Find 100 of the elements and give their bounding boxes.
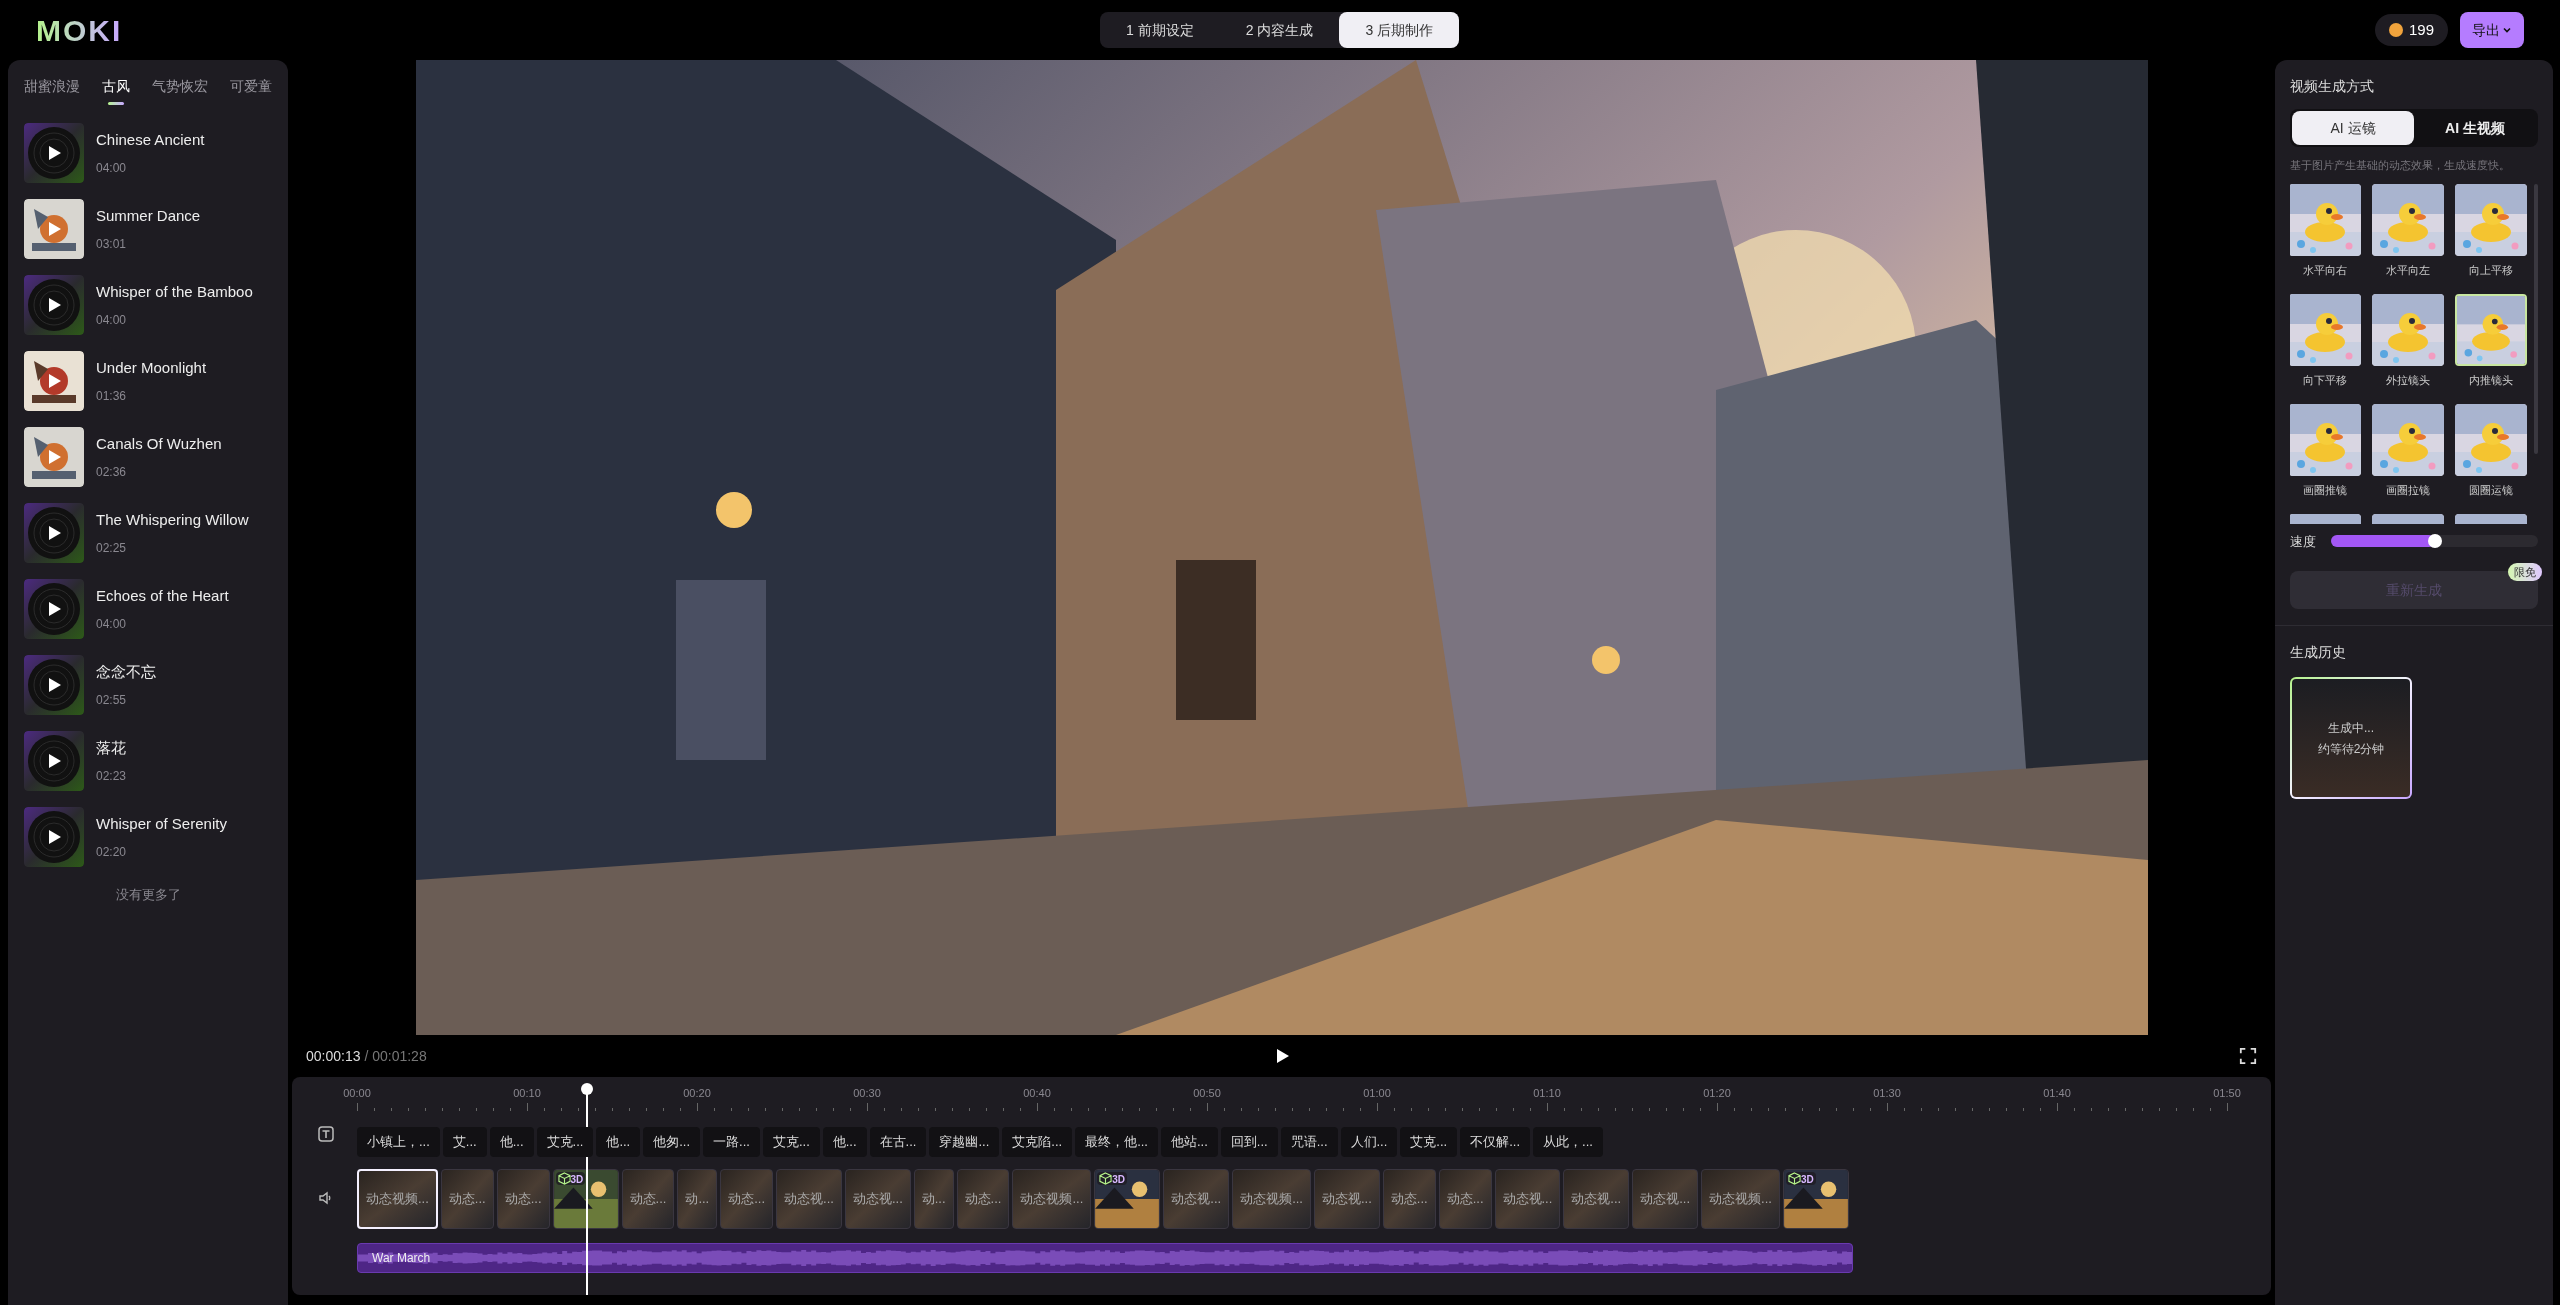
vinyl-record-icon [24, 275, 84, 335]
subtitle-clip[interactable]: 人们... [1340, 1127, 1398, 1157]
cube-icon [1099, 1172, 1113, 1185]
song-item[interactable]: Whisper of the Bamboo 04:00 [24, 267, 272, 343]
speed-slider[interactable] [2331, 535, 2538, 548]
subtitle-clip[interactable]: 他... [489, 1127, 534, 1157]
subtitle-clip[interactable]: 不仅解... [1460, 1127, 1531, 1157]
mode-tab[interactable]: AI 运镜 [2292, 111, 2414, 145]
video-clip[interactable]: 动态... [1438, 1169, 1492, 1229]
effect-option[interactable]: 水平向左 [2373, 183, 2443, 286]
video-clip[interactable]: 动态... [621, 1169, 675, 1229]
video-clip[interactable]: 动态视... [1494, 1169, 1561, 1229]
song-item[interactable]: The Whispering Willow 02:25 [24, 495, 272, 571]
song-item[interactable]: 念念不忘 02:55 [24, 647, 272, 723]
effect-option[interactable]: 外拉镜头 [2373, 293, 2443, 396]
subtitle-clip[interactable]: 他... [822, 1127, 867, 1157]
song-item[interactable]: Whisper of Serenity 02:20 [24, 799, 272, 875]
subtitle-clip[interactable]: 艾克... [1400, 1127, 1458, 1157]
subtitle-clip[interactable]: 他站... [1160, 1127, 1218, 1157]
video-clip[interactable]: 动态... [956, 1169, 1010, 1229]
subtitle-clip[interactable]: 一路... [703, 1127, 760, 1157]
subtitle-clip[interactable]: 艾克... [762, 1127, 820, 1157]
step-tab[interactable]: 1 前期设定 [1100, 12, 1220, 48]
video-clip[interactable]: 动态... [1382, 1169, 1436, 1229]
subtitle-clip[interactable]: 艾克陷... [1002, 1127, 1073, 1157]
video-clip[interactable]: 动态视... [844, 1169, 911, 1229]
video-clip[interactable]: 动态视... [1313, 1169, 1380, 1229]
video-clip[interactable]: 动态... [440, 1169, 494, 1229]
ruler-label: 01:20 [1703, 1086, 1731, 1101]
video-clip[interactable]: 3D [1094, 1169, 1161, 1229]
subtitle-clip[interactable]: 他... [596, 1127, 641, 1157]
song-duration: 02:20 [96, 844, 128, 862]
effect-option[interactable]: 向上平移 [2456, 183, 2526, 286]
effect-option[interactable]: 画圈推镜 [2290, 403, 2360, 506]
song-title: The Whispering Willow [96, 509, 249, 530]
total-time: / 00:01:28 [364, 1047, 427, 1064]
subtitle-clip[interactable]: 艾克... [536, 1127, 594, 1157]
song-item[interactable]: Under Moonlight 01:36 [24, 343, 272, 419]
video-clip[interactable]: 动态视频... [1232, 1169, 1311, 1229]
effect-option[interactable]: 水平向右 [2290, 183, 2360, 286]
song-title: 落花 [96, 737, 127, 758]
mode-tab[interactable]: AI 生视频 [2414, 111, 2536, 145]
subtitle-clip[interactable]: 穿越幽... [929, 1127, 1000, 1157]
music-tab[interactable]: 古风 [102, 76, 130, 107]
music-tab[interactable]: 气势恢宏 [152, 76, 208, 107]
audio-clip[interactable]: War March [357, 1243, 1853, 1273]
export-button[interactable]: 导出 [2460, 12, 2524, 48]
cube-icon [1787, 1172, 1801, 1185]
video-clip[interactable]: 动态... [496, 1169, 550, 1229]
video-clip[interactable]: 动态... [720, 1169, 774, 1229]
history-card[interactable]: 生成中... 约等待2分钟 [2290, 677, 2412, 799]
video-clip[interactable]: 3D [1782, 1169, 1849, 1229]
video-clip[interactable]: 动态视... [1632, 1169, 1699, 1229]
video-clip[interactable]: 动... [677, 1169, 718, 1229]
playhead-handle[interactable] [581, 1083, 594, 1095]
subtitle-clip[interactable]: 艾... [442, 1127, 487, 1157]
speed-label: 速度 [2290, 532, 2316, 551]
subtitle-clip[interactable]: 小镇上，... [357, 1127, 440, 1157]
ruler-label: 00:50 [1193, 1086, 1221, 1101]
video-clip[interactable]: 3D [552, 1169, 619, 1229]
effect-option[interactable]: 向下平移 [2290, 293, 2360, 396]
subtitle-clip[interactable]: 从此，... [1533, 1127, 1603, 1157]
video-clip[interactable]: 动态视频... [1012, 1169, 1092, 1229]
subtitle-clip[interactable]: 咒语... [1280, 1127, 1338, 1157]
video-clip[interactable]: 动态视... [776, 1169, 842, 1229]
ruler-label: 01:40 [2043, 1086, 2071, 1101]
song-item[interactable]: Chinese Ancient 04:00 [24, 115, 272, 191]
step-tab[interactable]: 3 后期制作 [1339, 12, 1460, 48]
mode-hint: 基于图片产生基础的动态效果，生成速度快。 [2290, 158, 2511, 173]
song-duration: 03:01 [96, 236, 128, 254]
video-clip[interactable]: 动态视频... [1701, 1169, 1780, 1229]
chevron-down-icon [2502, 25, 2512, 35]
song-item[interactable]: Canals Of Wuzhen 02:36 [24, 419, 272, 495]
history-title: 生成历史 [2290, 643, 2347, 662]
song-duration: 04:00 [96, 312, 128, 330]
video-clip[interactable]: 动... [913, 1169, 954, 1229]
subtitle-clip[interactable]: 他匆... [643, 1127, 701, 1157]
step-tab[interactable]: 2 内容生成 [1219, 12, 1340, 48]
music-tab[interactable]: 甜蜜浪漫 [24, 76, 80, 107]
subtitle-clip[interactable]: 在古... [869, 1127, 927, 1157]
vinyl-record-icon [24, 731, 84, 791]
ruler-label: 01:30 [1873, 1086, 1901, 1101]
song-duration: 04:00 [96, 616, 128, 634]
video-clip[interactable]: 动态视... [1563, 1169, 1630, 1229]
text-track-icon [318, 1126, 334, 1142]
effect-option[interactable]: 圆圈运镜 [2456, 403, 2526, 506]
free-badge: 限免 [2508, 563, 2542, 581]
video-clip[interactable]: 动态视频... [357, 1169, 438, 1229]
song-title: Whisper of Serenity [96, 813, 227, 834]
subtitle-clip[interactable]: 回到... [1220, 1127, 1278, 1157]
subtitle-clip[interactable]: 最终，他... [1075, 1127, 1158, 1157]
fullscreen-icon[interactable] [2239, 1047, 2257, 1065]
effect-option[interactable]: 画圈拉镜 [2373, 403, 2443, 506]
history-status: 生成中... [2328, 719, 2374, 737]
song-item[interactable]: Summer Dance 03:01 [24, 191, 272, 267]
song-item[interactable]: 落花 02:23 [24, 723, 272, 799]
video-clip[interactable]: 动态视... [1163, 1169, 1230, 1229]
vinyl-record-icon [24, 655, 84, 715]
song-item[interactable]: Echoes of the Heart 04:00 [24, 571, 272, 647]
music-tab[interactable]: 可爱童 [230, 76, 272, 107]
